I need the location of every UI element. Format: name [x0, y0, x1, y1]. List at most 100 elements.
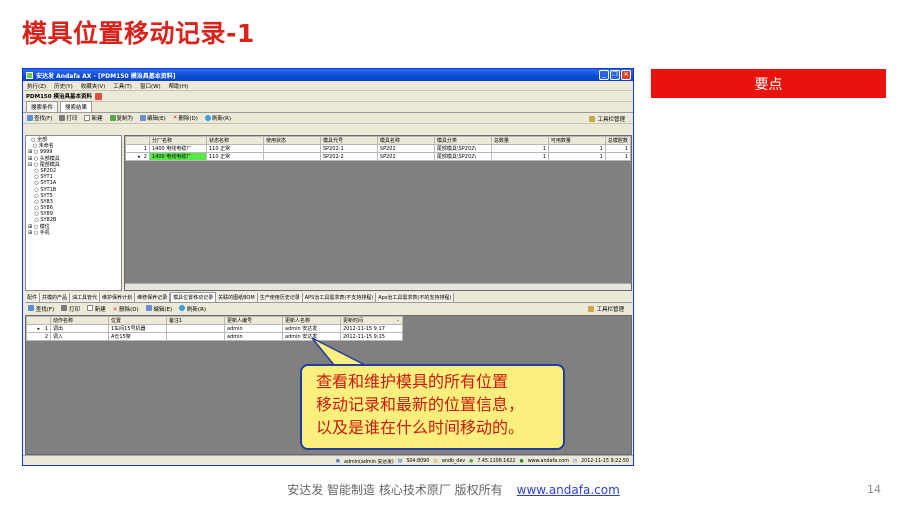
tab-parts[interactable]: 配件	[25, 293, 41, 302]
detail-edit-label: 编辑(E)	[153, 307, 173, 313]
column-header[interactable]: 使用状态	[262, 136, 321, 145]
column-header[interactable]	[26, 316, 51, 325]
column-header[interactable]	[125, 136, 150, 145]
menu-item-window[interactable]: 窗口(W)	[140, 82, 161, 90]
tab-tool-substitute[interactable]: 油工具管代	[70, 293, 101, 302]
subtabs: 搜索条件 搜索结果	[23, 101, 633, 113]
detail-edit-button[interactable]: 编辑(E)	[145, 305, 173, 313]
tab-aps-demand[interactable]: APS治工具需求表(不支持排程)	[302, 293, 377, 302]
tab-search-results[interactable]: 搜索结果	[60, 101, 93, 112]
delete-button[interactable]: ✕ 删除(D)	[173, 114, 198, 122]
printer-icon	[61, 305, 68, 311]
table-cell: 调入	[50, 332, 109, 341]
close-icon[interactable]: ✕	[621, 70, 631, 80]
detail-print-label: 打印	[68, 307, 80, 313]
window-titlebar[interactable]: 安达发 Andafa AX - [PDM150 模治具基本资料] _ ❐ ✕	[23, 69, 633, 81]
table-cell: SP202	[376, 152, 435, 161]
refresh-button[interactable]: 刷新(R)	[204, 114, 231, 122]
slide-footer: 安达发 智能制造 核心技术原厂 版权所有 www.andafa.com	[0, 481, 907, 498]
horizontal-scrollbar[interactable]	[125, 283, 631, 290]
status-bar: ▣ admin(admin 安达发) ▤ S04:8090 ▥ andb_dev ● 7…	[23, 455, 633, 465]
menu-item-favorites[interactable]: 收藏夹(V)	[81, 82, 106, 90]
table-header-row: 分厂名称 状态名称 使用状态 模具代号 模具名称 模具分类 总数量 可用数量 总…	[125, 136, 632, 145]
row-number: 1	[44, 325, 48, 332]
menu-item-tools[interactable]: 工具(T)	[113, 82, 132, 90]
mold-grid[interactable]: 分厂名称 状态名称 使用状态 模具代号 模具名称 模具分类 总数量 可用数量 总…	[124, 135, 632, 291]
detail-print-button[interactable]: 打印	[61, 305, 80, 313]
detail-find-button[interactable]: 查找(F)	[28, 305, 54, 313]
menu-item-history[interactable]: 历史(Y)	[54, 82, 73, 90]
close-tab-icon[interactable]	[94, 92, 102, 100]
detail-toolbar-manage-label: 工具栏管理	[596, 307, 624, 313]
column-header[interactable]: 模具代号	[319, 136, 378, 145]
table-cell	[166, 332, 225, 341]
table-row[interactable]: ▸ 2 1400 电线电缆厂 110 正常 SP202-2 SP202 尾部模具…	[125, 152, 632, 161]
tab-drawing-bom[interactable]: 关联的图纸BOM	[216, 293, 258, 302]
status-database: andb_dev	[441, 458, 466, 464]
copy-as-button-label: 复制为	[116, 116, 134, 122]
print-button-label: 打印	[66, 116, 78, 122]
tab-maintenance-plan[interactable]: 维护保养计划	[100, 293, 136, 302]
column-header[interactable]: 位置	[108, 316, 167, 325]
table-cell	[262, 152, 321, 161]
tree-node-label: SY83	[40, 198, 53, 205]
restore-icon[interactable]: ❐	[610, 70, 620, 80]
detail-toolbar-manage-button[interactable]: 工具栏管理	[588, 305, 624, 313]
delete-icon: ✕	[112, 307, 118, 313]
column-header[interactable]: 模具分类	[433, 136, 492, 145]
toolbar-settings-icon	[588, 306, 595, 312]
document-tab[interactable]: PDM150 模治具基本资料	[23, 91, 633, 102]
column-header[interactable]: 更新人名称	[282, 316, 341, 325]
column-header[interactable]: 总模腔数	[604, 136, 632, 145]
table-cell	[262, 144, 321, 153]
column-header[interactable]: 分厂名称	[148, 136, 207, 145]
column-header[interactable]: 备注1	[166, 316, 225, 325]
column-header[interactable]: 状态名称	[205, 136, 264, 145]
tab-shared-products[interactable]: 共模的产品	[40, 293, 71, 302]
column-header[interactable]: 更新时间 ⌄	[340, 316, 403, 325]
tree-node[interactable]: ⊞ ○ 手机	[28, 230, 119, 236]
new-button[interactable]: 新建	[84, 114, 103, 122]
tab-search-conditions[interactable]: 搜索条件	[26, 101, 59, 112]
detail-new-button[interactable]: 新建	[86, 305, 106, 313]
refresh-icon	[179, 305, 186, 311]
category-tree[interactable]: ○ 全部 ○ 未命名 ⊞ ○ 9999 ⊞ ○ 头部模具 ⊟ ○ 尾部模具 ○ …	[25, 135, 122, 291]
detail-tabs: 配件 共模的产品 油工具管代 维护保养计划 维修保养记录 模具位置移动记录 关联…	[25, 292, 632, 303]
copy-as-button[interactable]: 复制为	[109, 114, 134, 122]
tab-aps-demand-2[interactable]: Aps治工具需求表(不的支持排程)	[376, 293, 455, 302]
tab-location-records[interactable]: 模具位置移动记录	[170, 292, 217, 302]
toolbar: 查找(F) 打印 新建 复制为 编辑(E) ✕ 删除(D) 刷新(R) 工具栏管理	[23, 113, 633, 124]
print-button[interactable]: 打印	[59, 114, 77, 122]
table-row[interactable]: 1 1400 电线电缆厂 110 正常 SP202-1 SP202 尾部模具\S…	[125, 144, 632, 153]
window-title: 安达发 Andafa AX - [PDM150 模治具基本资料]	[36, 72, 176, 80]
table-cell: 1	[490, 152, 549, 161]
status-datetime: 2012-11-15 9:22:50	[581, 458, 629, 464]
detail-refresh-button[interactable]: 刷新(R)	[179, 305, 206, 313]
column-header[interactable]: 动作名称	[50, 316, 109, 325]
edit-button[interactable]: 编辑(E)	[140, 114, 166, 122]
menu-item-help[interactable]: 帮助(H)	[169, 82, 188, 90]
column-header[interactable]: 总数量	[490, 136, 549, 145]
column-header[interactable]: 更新人编号	[224, 316, 283, 325]
minimize-icon[interactable]: _	[599, 70, 609, 80]
toolbar-manage-label: 工具栏管理	[597, 117, 625, 123]
edit-button-label: 编辑(E)	[147, 116, 166, 122]
menu-item-run[interactable]: 执行(Z)	[27, 82, 46, 90]
table-cell: ▸ 1	[26, 324, 51, 333]
find-button[interactable]: 查找(F)	[27, 114, 52, 122]
callout-box: 查看和维护模具的所有位置 移动记录和最新的位置信息， 以及是谁在什么时间移动的。	[300, 364, 565, 450]
column-header-label: 更新时间	[343, 318, 364, 324]
table-cell: 2	[26, 332, 51, 341]
footer-link[interactable]: www.andafa.com	[517, 483, 620, 497]
database-icon: ▥	[433, 458, 438, 464]
tab-maintenance-records[interactable]: 维修保养记录	[135, 293, 171, 302]
column-header[interactable]: 可用数量	[547, 136, 606, 145]
table-row[interactable]: 2 调入 A仓15架 admin admin 安达发 2012-11-15 9:…	[26, 332, 403, 341]
table-row[interactable]: ▸ 1 调出 1车间15号机器 admin admin 安达发 2012-11-…	[26, 324, 403, 333]
status-website: www.andafa.com	[527, 458, 569, 464]
detail-delete-button[interactable]: ✕ 删除(D)	[113, 305, 139, 313]
toolbar-manage-button[interactable]: 工具栏管理	[589, 115, 625, 123]
tab-usage-history[interactable]: 生产使用历史记录	[257, 293, 303, 302]
column-header[interactable]: 模具名称	[376, 136, 435, 145]
tree-node-label: SP202	[40, 167, 57, 174]
